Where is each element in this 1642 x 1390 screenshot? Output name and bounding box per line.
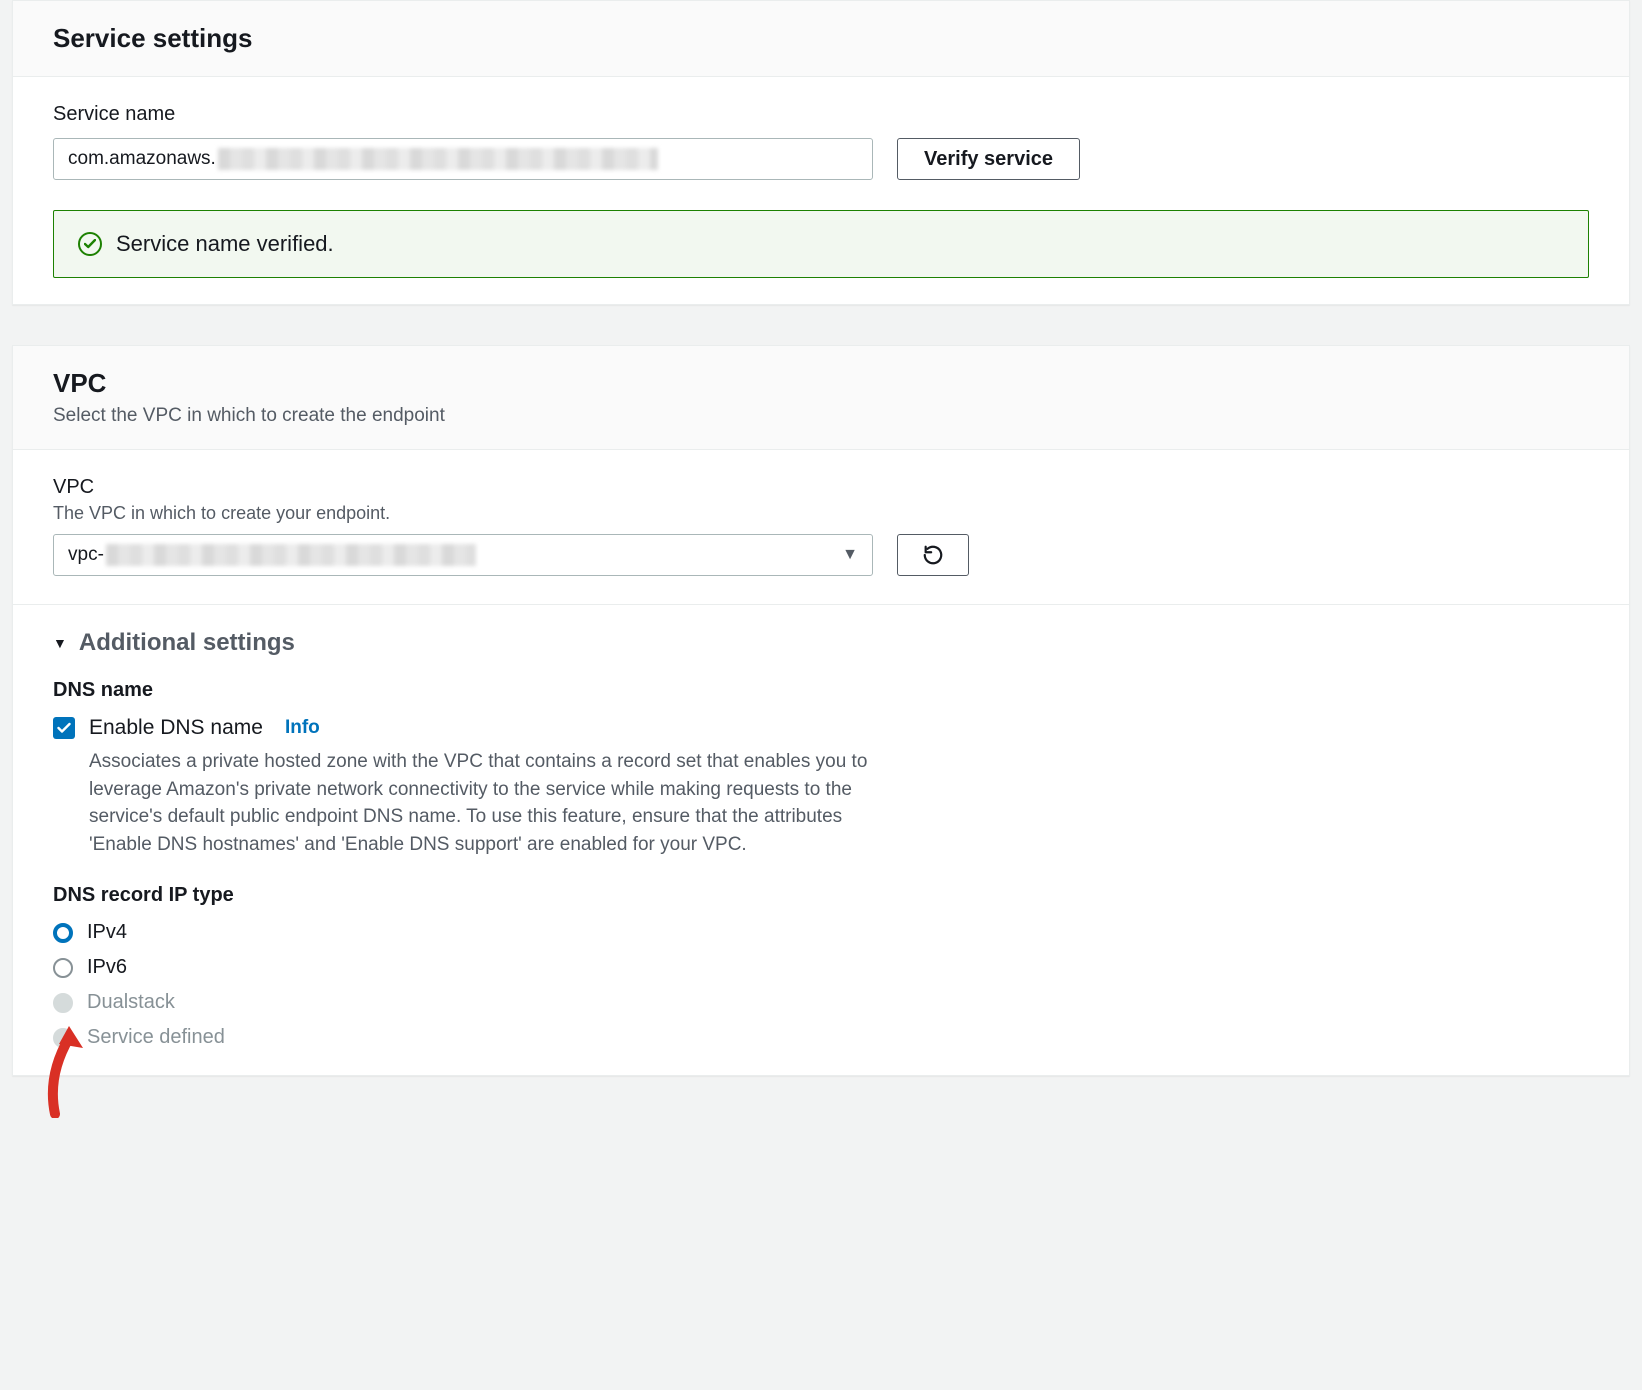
vpc-select[interactable]: vpc- ▼ [53, 534, 873, 576]
additional-settings-label: Additional settings [79, 629, 295, 657]
dualstack-radio-label: Dualstack [87, 991, 175, 1014]
verify-service-button[interactable]: Verify service [897, 138, 1080, 180]
ipv4-radio[interactable] [53, 923, 73, 943]
caret-down-icon: ▼ [53, 635, 67, 651]
service-name-redacted [218, 148, 658, 170]
ipv4-radio-label: IPv4 [87, 921, 127, 944]
enable-dns-name-checkbox[interactable] [53, 717, 75, 739]
vpc-subtitle: Select the VPC in which to create the en… [53, 405, 1589, 427]
service-settings-title: Service settings [53, 23, 1589, 54]
vpc-field-help: The VPC in which to create your endpoint… [53, 503, 1589, 524]
service-name-input[interactable]: com.amazonaws. [53, 138, 873, 180]
dns-ip-type-radiogroup: IPv4 IPv6 Dualstack Service defined [53, 921, 1589, 1049]
dualstack-radio [53, 993, 73, 1013]
success-check-icon [78, 232, 102, 256]
service-verified-text: Service name verified. [116, 231, 334, 257]
vpc-select-prefix: vpc- [68, 544, 104, 566]
vpc-select-redacted [106, 544, 476, 566]
enable-dns-name-label: Enable DNS name [89, 716, 263, 740]
service-name-label: Service name [53, 103, 1589, 126]
vpc-panel: VPC Select the VPC in which to create th… [12, 345, 1630, 1076]
dns-name-section-label: DNS name [53, 679, 1589, 702]
refresh-icon [922, 544, 944, 566]
vpc-header: VPC Select the VPC in which to create th… [13, 346, 1629, 450]
refresh-vpc-button[interactable] [897, 534, 969, 576]
ipv6-radio[interactable] [53, 958, 73, 978]
vpc-title: VPC [53, 368, 1589, 399]
service-verified-alert: Service name verified. [53, 210, 1589, 278]
service-defined-radio [53, 1028, 73, 1048]
service-name-prefix: com.amazonaws. [68, 148, 216, 170]
additional-settings-toggle[interactable]: ▼ Additional settings [53, 629, 1589, 657]
service-settings-header: Service settings [13, 1, 1629, 77]
vpc-field-label: VPC [53, 476, 1589, 499]
dns-ip-type-label: DNS record IP type [53, 884, 1589, 907]
caret-down-icon: ▼ [842, 546, 858, 564]
dns-description: Associates a private hosted zone with th… [89, 748, 879, 858]
service-settings-panel: Service settings Service name com.amazon… [12, 0, 1630, 305]
dns-info-link[interactable]: Info [285, 717, 320, 739]
service-defined-radio-label: Service defined [87, 1026, 225, 1049]
ipv6-radio-label: IPv6 [87, 956, 127, 979]
